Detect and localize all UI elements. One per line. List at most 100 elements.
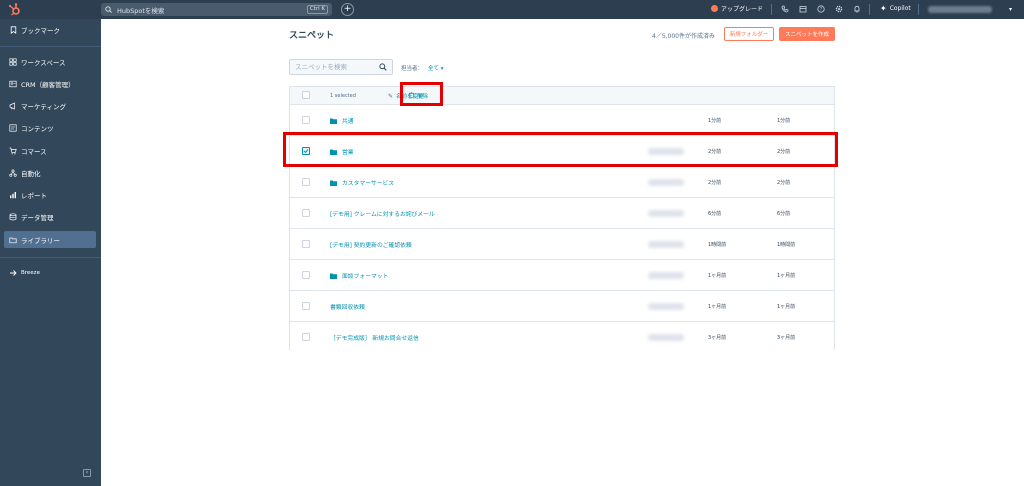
table-row[interactable]: [デモ用] 契約更新のご確認依頼 1時間前 1時間前 (290, 229, 834, 260)
sidebar-divider (0, 257, 101, 258)
automation-icon (9, 169, 17, 177)
sidebar-item-workspace[interactable]: ワークスペース (4, 53, 96, 70)
sidebar-item-label: コンテンツ (21, 124, 54, 133)
row-checkbox[interactable] (302, 240, 310, 248)
bookmark-icon (9, 25, 17, 34)
search-icon[interactable] (374, 63, 392, 71)
row-checkbox[interactable] (302, 116, 310, 124)
snippet-name: [デモ用] クレームに対するお詫びメール (330, 212, 435, 218)
workspace-icon (9, 57, 17, 66)
table-row[interactable]: [デモ用] クレームに対するお詫びメール 6分前 6分前 (290, 198, 834, 229)
row-checkbox[interactable] (302, 209, 310, 217)
row-checkbox[interactable] (302, 302, 310, 310)
owner-cell-redacted (648, 334, 684, 341)
sidebar-item-commerce[interactable]: コマース (4, 142, 96, 159)
sidebar-item-label: ワークスペース (21, 58, 66, 67)
row-checkbox[interactable] (302, 271, 310, 279)
account-menu-name[interactable] (928, 6, 992, 13)
help-icon[interactable]: ? (816, 4, 826, 14)
owner-cell-redacted (648, 179, 684, 186)
breeze-icon (9, 269, 17, 277)
snippet-name-link[interactable]: 書類回収依頼 (330, 302, 365, 311)
table-row[interactable]: ［デモ完成版］ 新規お問合せ返信 3ヶ月前 3ヶ月前 (290, 322, 834, 353)
sidebar-item-data-management[interactable]: データ管理 (4, 208, 96, 225)
updated-at: 1時間前 (777, 242, 796, 248)
create-snippet-button[interactable]: スニペットを作成 (779, 27, 835, 41)
owner-filter-label: 担当者： (401, 66, 424, 72)
updated-at: 1分前 (777, 118, 791, 124)
search-icon (101, 3, 115, 16)
table-header-bulk-actions: 1 selected ✎ 名前を変更 削除 (290, 87, 834, 105)
page-title: スニペット (289, 31, 335, 41)
folder-icon (9, 236, 17, 244)
owner-cell-redacted (648, 241, 684, 248)
crm-icon (9, 80, 17, 88)
sidebar-item-label: ライブラリー (21, 236, 60, 245)
created-at: 1ヶ月前 (708, 304, 727, 310)
created-at: 6分前 (708, 211, 722, 217)
folder-icon (330, 273, 337, 279)
megaphone-icon (9, 101, 17, 110)
owner-cell-redacted (648, 303, 684, 310)
snippet-name-link[interactable]: [デモ用] クレームに対するお詫びメール (330, 209, 435, 218)
select-all-checkbox[interactable] (302, 91, 310, 99)
snippet-name-link[interactable]: [デモ用] 契約更新のご確認依頼 (330, 240, 412, 249)
table-row[interactable]: 書類回収依頼 1ヶ月前 1ヶ月前 (290, 291, 834, 322)
snippet-name-link[interactable]: カスタマーサービス (330, 178, 394, 187)
snippet-name-link[interactable]: 面談フォーマット (330, 271, 388, 280)
phone-icon[interactable] (780, 4, 790, 14)
sidebar-item-label: CRM（顧客管理） (21, 80, 75, 89)
sidebar-item-content[interactable]: コンテンツ (4, 119, 96, 136)
settings-gear-icon[interactable] (834, 4, 844, 14)
copilot-button[interactable]: ✦ Copilot (880, 4, 911, 13)
snippet-name-link[interactable]: 共通 (330, 116, 354, 125)
sparkle-icon: ✦ (880, 4, 887, 13)
new-folder-button[interactable]: 新規フォルダー (724, 27, 774, 41)
chevron-down-icon[interactable]: ▾ (1009, 6, 1012, 13)
marketplace-icon[interactable] (798, 4, 808, 14)
updated-at: 1ヶ月前 (777, 304, 796, 310)
selected-row-highlight-box (283, 132, 838, 167)
sidebar-item-bookmarks[interactable]: ブックマーク (4, 21, 96, 38)
owner-cell-redacted (648, 210, 684, 217)
updated-at: 2分前 (777, 180, 791, 186)
created-at: 3ヶ月前 (708, 335, 727, 341)
owner-filter-dropdown[interactable]: 全て ▾ (428, 64, 444, 72)
sidebar-item-crm[interactable]: CRM（顧客管理） (4, 75, 96, 92)
content-icon (9, 123, 17, 132)
upgrade-button[interactable]: アップグレード (711, 4, 763, 13)
row-checkbox[interactable] (302, 333, 310, 341)
snippet-name: ［デモ完成版］ 新規お問合せ返信 (330, 336, 419, 342)
owner-cell-redacted (648, 272, 684, 279)
created-at: 1時間前 (708, 242, 727, 248)
left-sidebar: ブックマーク ワークスペース CRM（顧客管理） マーケティング コンテンツ コ… (0, 19, 101, 486)
quick-create-button[interactable]: + (341, 3, 354, 16)
table-row[interactable]: 面談フォーマット 1ヶ月前 1ヶ月前 (290, 260, 834, 291)
sidebar-item-marketing[interactable]: マーケティング (4, 97, 96, 114)
created-at: 1分前 (708, 118, 722, 124)
search-shortcut-badge: Ctrl K (306, 5, 328, 14)
folder-icon (330, 118, 337, 124)
sidebar-item-reports[interactable]: レポート (4, 186, 96, 203)
snippet-name: 面談フォーマット (342, 274, 389, 280)
table-row[interactable]: カスタマーサービス 2分前 2分前 (290, 167, 834, 198)
sidebar-item-breeze[interactable]: Breeze (4, 264, 96, 281)
snippet-name: 共通 (342, 119, 354, 125)
row-checkbox[interactable] (302, 178, 310, 186)
sidebar-item-library[interactable]: ライブラリー (4, 231, 96, 248)
notifications-bell-icon[interactable] (852, 4, 862, 14)
sidebar-item-label: マーケティング (21, 102, 66, 111)
selected-count: 1 selected (330, 93, 356, 99)
folder-icon (330, 180, 337, 186)
snippets-table: 1 selected ✎ 名前を変更 削除 共通 1分前 1分前 営業 2分前 (289, 86, 835, 353)
snippet-name-link[interactable]: ［デモ完成版］ 新規お問合せ返信 (330, 333, 419, 342)
sidebar-item-automation[interactable]: 自動化 (4, 164, 96, 181)
sidebar-item-label: コマース (21, 147, 47, 156)
global-search-input[interactable]: HubSpotを検索 Ctrl K (101, 3, 332, 16)
hubspot-logo-icon[interactable] (8, 3, 21, 16)
snippet-search-box (289, 59, 393, 75)
collapse-sidebar-icon[interactable]: ‹ (83, 469, 91, 477)
sidebar-item-label: 自動化 (21, 169, 41, 178)
snippet-search-input[interactable] (290, 60, 374, 74)
sidebar-item-label: レポート (21, 191, 47, 200)
